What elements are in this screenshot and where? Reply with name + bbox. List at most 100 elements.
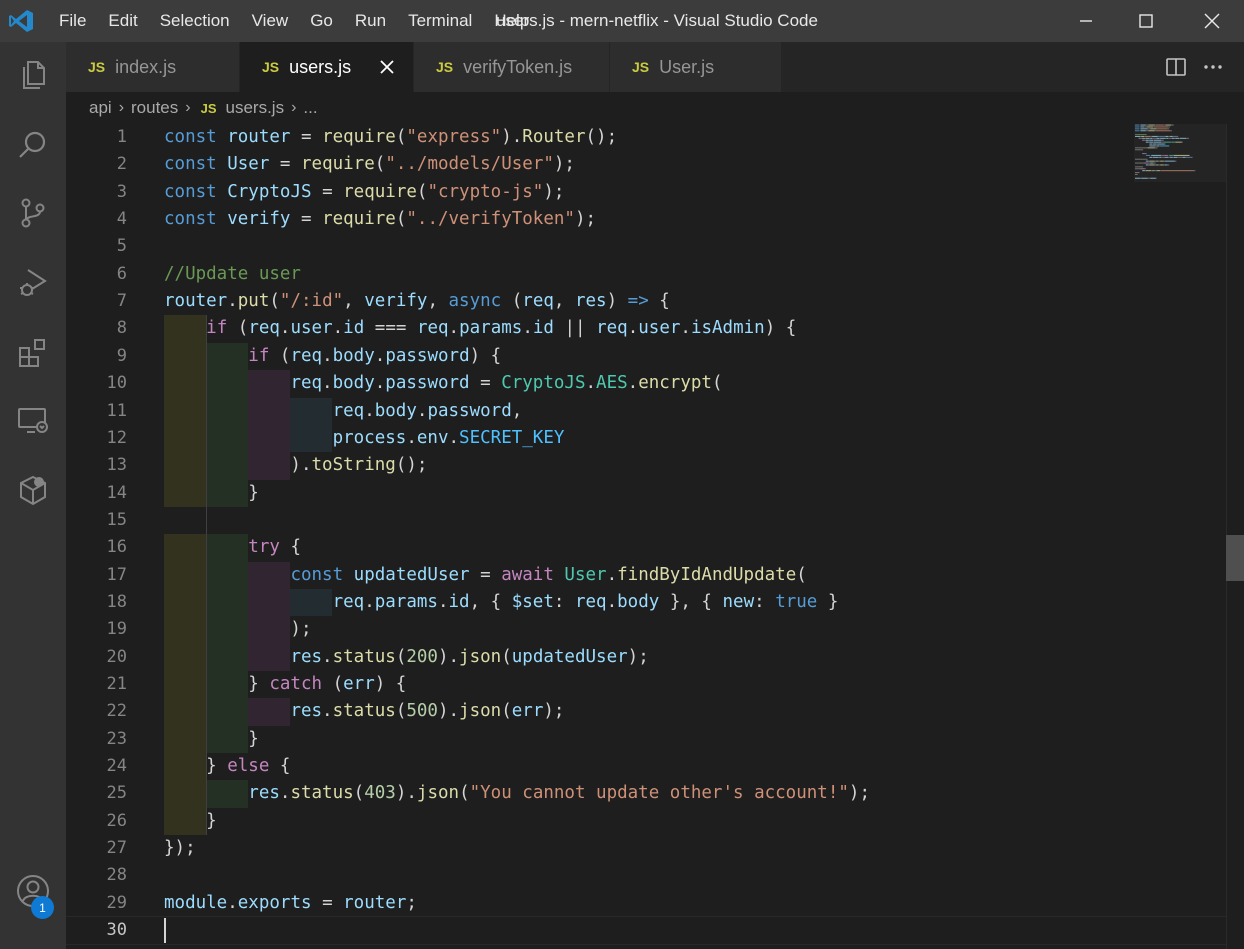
minimap-token <box>1163 164 1165 166</box>
code-line[interactable]: 10 req.body.password = CryptoJS.AES.encr… <box>66 370 1226 397</box>
code-token: . <box>374 345 386 366</box>
minimap-token <box>1145 154 1151 156</box>
code-token: updatedUser <box>511 646 628 667</box>
code-token: ( <box>501 701 512 722</box>
code-text: const User = require("../models/User"); <box>164 151 575 178</box>
code-line[interactable]: 23 } <box>66 726 1226 753</box>
line-number: 20 <box>106 646 127 667</box>
search-button[interactable] <box>12 124 54 166</box>
minimap-token <box>1135 166 1144 168</box>
maximize-button[interactable] <box>1116 0 1176 42</box>
minimap[interactable] <box>1134 124 1226 184</box>
code-line[interactable]: 18 req.params.id, { $set: req.body }, { … <box>66 589 1226 616</box>
code-line[interactable]: 11 req.body.password, <box>66 398 1226 425</box>
code-line[interactable]: 12 process.env.SECRET_KEY <box>66 425 1226 452</box>
menu-view[interactable]: View <box>241 11 300 31</box>
code-line[interactable]: 14 } <box>66 480 1226 507</box>
tab-user-js[interactable]: JS User.js <box>610 42 782 92</box>
minimap-token <box>1135 130 1140 132</box>
menu-file[interactable]: File <box>48 11 97 31</box>
source-control-button[interactable] <box>12 192 54 234</box>
minimap-token <box>1168 156 1171 158</box>
menu-go[interactable]: Go <box>299 11 344 31</box>
code-token: user <box>638 318 681 339</box>
minimap-token <box>1174 137 1176 139</box>
line-number: 19 <box>106 619 127 640</box>
code-line[interactable]: 22 res.status(500).json(err); <box>66 698 1226 725</box>
code-token: isAdmin <box>690 318 765 339</box>
code-token: . <box>279 318 291 339</box>
code-line[interactable]: 20 res.status(200).json(updatedUser); <box>66 644 1226 671</box>
run-debug-button[interactable] <box>12 262 54 304</box>
remote-explorer-icon <box>18 408 48 433</box>
minimap-token <box>1140 126 1144 128</box>
code-line[interactable]: 30 <box>66 917 1226 944</box>
minimap-token <box>1148 164 1150 166</box>
code-token: json <box>416 783 460 804</box>
code-text: req.body.password, <box>164 398 523 425</box>
code-line[interactable]: 16 try { <box>66 534 1226 561</box>
explorer-button[interactable] <box>12 54 54 96</box>
code-line[interactable]: 19 ); <box>66 616 1226 643</box>
code-line[interactable]: 25 res.status(403).json("You cannot upda… <box>66 780 1226 807</box>
code-line[interactable]: 4 const verify = require("../verifyToken"… <box>66 206 1226 233</box>
minimap-token <box>1150 177 1156 179</box>
code-token: } <box>817 591 839 612</box>
code-line[interactable]: 27}); <box>66 835 1226 862</box>
code-line[interactable]: 9 if (req.body.password) { <box>66 343 1226 370</box>
code-line[interactable]: 26 } <box>66 808 1226 835</box>
line-number: 1 <box>116 127 127 147</box>
minimap-token <box>1169 154 1173 156</box>
code-line[interactable]: 7 router.put("/:id", verify, async (req, … <box>66 288 1226 315</box>
code-line[interactable]: 13 ).toString(); <box>66 452 1226 479</box>
code-line[interactable]: 1 const router = require("express").Route… <box>66 124 1226 151</box>
more-actions-button[interactable] <box>1200 54 1226 80</box>
js-file-icon: JS <box>200 100 217 116</box>
menu-help[interactable]: Help <box>483 11 540 31</box>
code-line[interactable]: 24 } else { <box>66 753 1226 780</box>
tab-verifytoken-js[interactable]: JS verifyToken.js <box>414 42 610 92</box>
menu-edit[interactable]: Edit <box>97 11 148 31</box>
code-line[interactable]: 2 const User = require("../models/User"); <box>66 151 1226 178</box>
extensions-icon <box>19 339 45 367</box>
minimap-token <box>1151 154 1162 156</box>
code-line[interactable]: 5 <box>66 233 1226 260</box>
breadcrumb-api[interactable]: api <box>86 98 115 118</box>
code-line[interactable]: 17 const updatedUser = await User.findBy… <box>66 562 1226 589</box>
extensions-button[interactable] <box>12 332 54 374</box>
breadcrumb-file[interactable]: users.js <box>223 98 288 118</box>
vscode-logo-icon[interactable] <box>8 8 34 34</box>
close-tab-icon[interactable] <box>377 57 397 77</box>
code-text: const router = require("express").Router… <box>164 124 617 151</box>
menu-run[interactable]: Run <box>344 11 397 31</box>
code-line[interactable]: 21 } catch (err) { <box>66 671 1226 698</box>
docker-button[interactable] <box>12 470 54 512</box>
menu-selection[interactable]: Selection <box>149 11 241 31</box>
minimize-button[interactable] <box>1056 0 1116 42</box>
minimap-token <box>1174 135 1177 137</box>
code-line[interactable]: 28 <box>66 862 1226 889</box>
code-token: . <box>406 427 417 448</box>
tab-users-js[interactable]: JS users.js <box>240 42 414 92</box>
code-line[interactable]: 8 if (req.user.id === req.params.id || r… <box>66 315 1226 342</box>
minimap-token <box>1149 141 1153 143</box>
code-line[interactable]: 15 <box>66 507 1226 534</box>
code-editor[interactable]: 1 const router = require("express").Route… <box>66 124 1226 949</box>
close-window-button[interactable] <box>1182 0 1242 42</box>
tab-index-js[interactable]: JS index.js <box>66 42 240 92</box>
remote-explorer-button[interactable] <box>12 400 54 442</box>
code-token: ( <box>501 646 512 667</box>
code-token: = <box>469 373 502 394</box>
scrollbar-thumb[interactable] <box>1226 535 1244 581</box>
code-text: ).toString(); <box>164 452 427 479</box>
minimap-token <box>1145 141 1149 143</box>
code-line[interactable]: 3 const CryptoJS = require("crypto-js"); <box>66 179 1226 206</box>
menu-terminal[interactable]: Terminal <box>397 11 483 31</box>
code-line[interactable]: 29 module.exports = router; <box>66 890 1226 917</box>
split-editor-button[interactable] <box>1163 54 1189 80</box>
code-line[interactable]: 6 //Update user <box>66 261 1226 288</box>
breadcrumb-symbols[interactable]: ... <box>300 98 320 118</box>
breadcrumb-routes[interactable]: routes <box>128 98 181 118</box>
